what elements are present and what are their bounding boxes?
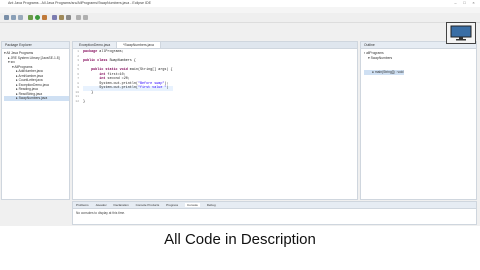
tab-console[interactable]: Console xyxy=(184,203,200,207)
console-tab-bar: Problems Javadoc Declaration Console Pro… xyxy=(73,202,476,209)
editor-panel: ExceptionDemo.java *SwapNumbers.java 1234… xyxy=(72,41,358,200)
debug-icon[interactable] xyxy=(28,15,33,20)
print-icon[interactable] xyxy=(18,15,23,20)
package-explorer-tab[interactable]: Package Explorer xyxy=(2,42,69,49)
toolbar xyxy=(0,13,480,23)
console-panel: Problems Javadoc Declaration Console Pro… xyxy=(72,201,477,225)
caption-text: All Code in Description xyxy=(164,231,316,248)
channel-logo xyxy=(446,22,476,44)
tab-problems[interactable]: Problems xyxy=(76,203,89,207)
code-line: System.out.println("first value ") xyxy=(83,86,173,91)
tab-javadoc[interactable]: Javadoc xyxy=(96,203,107,207)
title-bar: Ant Java Programs - All Java Programs/sr… xyxy=(0,0,480,7)
new-icon[interactable] xyxy=(4,15,9,20)
tab-progress[interactable]: Progress xyxy=(166,203,178,207)
code-line: public static void main(String[] args) { xyxy=(91,68,173,72)
console-message: No consoles to display at this time. xyxy=(76,211,126,215)
search-icon[interactable] xyxy=(66,15,71,20)
external-tools-icon[interactable] xyxy=(42,15,47,20)
minimize-icon[interactable]: – xyxy=(452,1,459,5)
editor-tab[interactable]: ExceptionDemo.java xyxy=(73,42,117,48)
eclipse-window: Ant Java Programs - All Java Programs/sr… xyxy=(0,0,480,226)
code-line: } xyxy=(83,99,86,104)
open-type-icon[interactable] xyxy=(59,15,64,20)
outline-item-method[interactable]: ● main(String[]) : void xyxy=(364,70,404,75)
back-icon[interactable] xyxy=(76,15,81,20)
code-area[interactable]: package allPrograms; public class SwapNu… xyxy=(83,50,173,104)
tree-item-file-selected[interactable]: ▸ SwapNumbers.java xyxy=(4,96,69,101)
save-icon[interactable] xyxy=(11,15,16,20)
tab-declaration[interactable]: Declaration xyxy=(114,203,129,207)
tab-console-products[interactable]: Console Products xyxy=(136,203,160,207)
close-icon[interactable]: × xyxy=(470,1,477,5)
outline-panel: Outline ▪ allPrograms ▾ SwapNumbers ● ma… xyxy=(360,41,477,200)
line-number-gutter: 1 2 3 4 5 6 7 8 9 10 11 12 xyxy=(75,50,79,103)
tab-debug[interactable]: Debug xyxy=(207,203,216,207)
forward-icon[interactable] xyxy=(83,15,88,20)
window-title: Ant Java Programs - All Java Programs/sr… xyxy=(8,1,151,5)
monitor-icon xyxy=(450,25,472,41)
outline-item-class[interactable]: ▾ SwapNumbers xyxy=(364,56,476,61)
run-icon[interactable] xyxy=(35,15,40,20)
package-explorer-panel: Package Explorer ▾ All Java Programs ▸ J… xyxy=(1,41,70,200)
editor-tab-bar: ExceptionDemo.java *SwapNumbers.java xyxy=(73,42,357,49)
maximize-icon[interactable]: □ xyxy=(461,1,468,5)
new-class-icon[interactable] xyxy=(52,15,57,20)
editor-tab-active[interactable]: *SwapNumbers.java xyxy=(116,42,161,48)
